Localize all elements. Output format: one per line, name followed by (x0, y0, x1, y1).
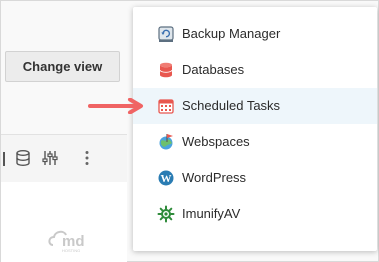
database-column-icon[interactable] (14, 149, 32, 167)
md-hosting-logo: md HOSTING (48, 230, 85, 253)
database-icon (159, 62, 173, 78)
svg-text:W: W (161, 173, 172, 185)
imunify-icon (157, 205, 175, 223)
menu-item-webspaces[interactable]: Webspaces (133, 124, 377, 160)
menu-item-wordpress[interactable]: W WordPress (133, 160, 377, 196)
svg-text:HOSTING: HOSTING (62, 248, 80, 253)
more-options-icon[interactable] (78, 149, 96, 167)
menu-item-label: Backup Manager (182, 26, 281, 41)
menu-item-imunifyav[interactable]: ImunifyAV (133, 196, 377, 232)
menu-item-backup-manager[interactable]: Backup Manager (133, 16, 377, 52)
webspaces-icon (159, 134, 173, 150)
menu-item-scheduled-tasks[interactable]: Scheduled Tasks (133, 88, 377, 124)
backup-manager-icon (158, 26, 174, 42)
list-toolbar (1, 134, 127, 183)
more-services-dropdown: Backup Manager Databases Scheduled Tasks… (133, 7, 377, 251)
change-view-button[interactable]: Change view (5, 51, 120, 82)
menu-item-label: Webspaces (182, 134, 250, 149)
sliders-icon[interactable] (41, 149, 59, 167)
calendar-icon (158, 99, 174, 114)
menu-item-label: WordPress (182, 170, 247, 185)
wordpress-icon: W (158, 170, 174, 186)
menu-item-databases[interactable]: Databases (133, 52, 377, 88)
menu-item-label: Databases (182, 62, 245, 77)
pointer-arrow (88, 98, 143, 114)
menu-item-label: ImunifyAV (182, 206, 241, 221)
menu-item-label: Scheduled Tasks (182, 98, 281, 113)
toolbar-divider (3, 152, 5, 166)
